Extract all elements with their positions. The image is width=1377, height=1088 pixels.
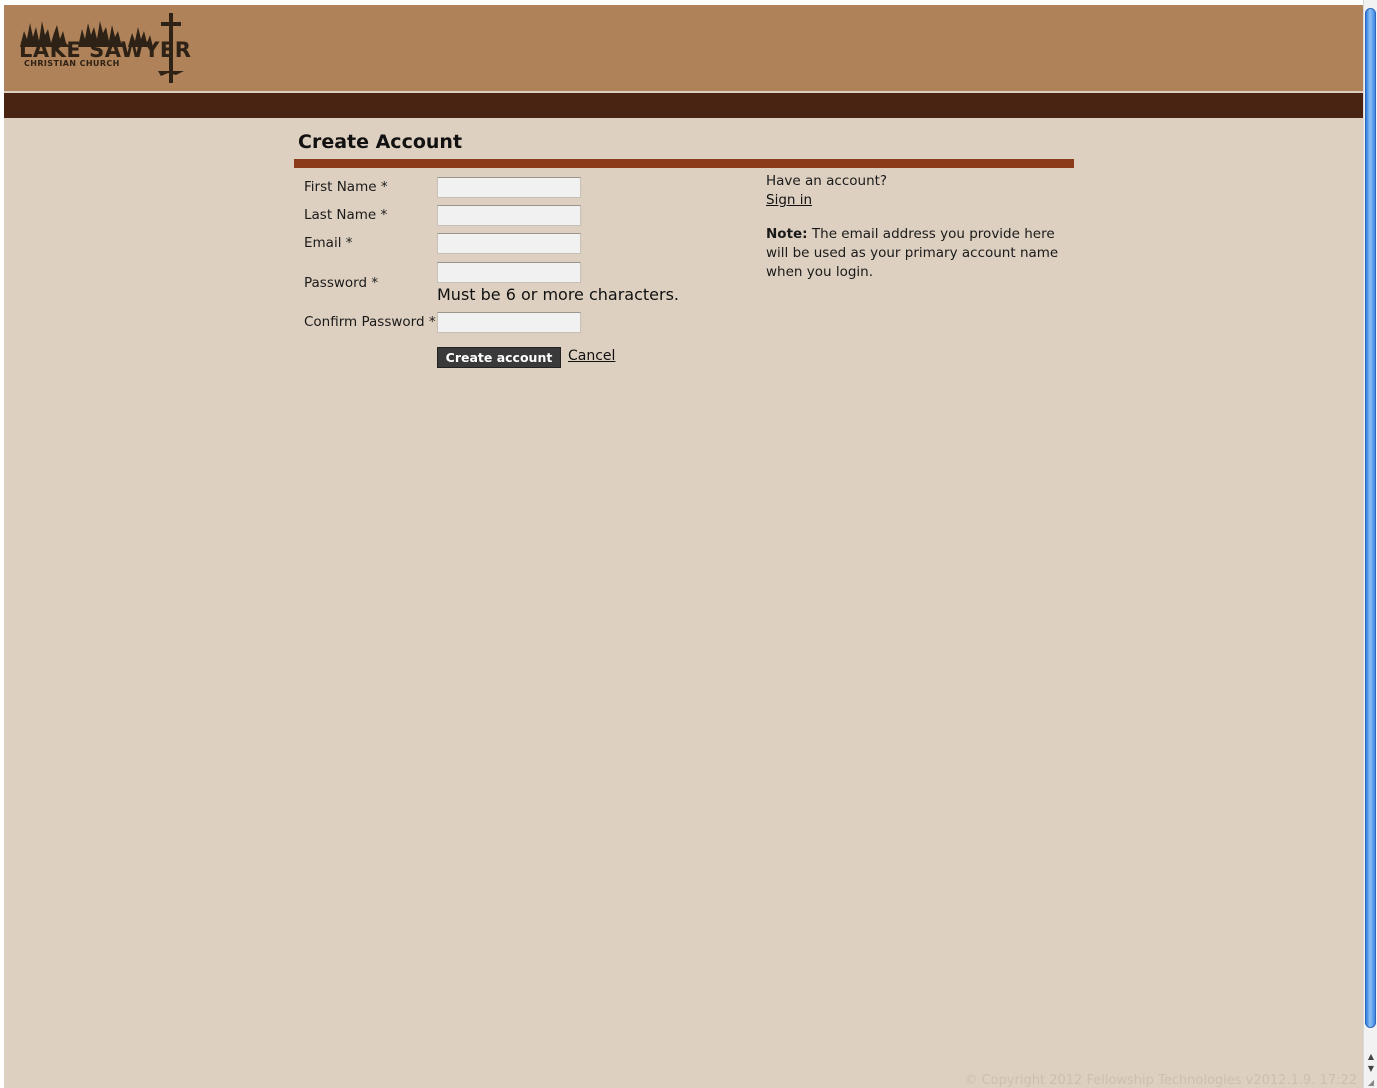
cancel-link[interactable]: Cancel	[568, 348, 615, 364]
header-nav-bar	[4, 93, 1363, 118]
note-text: The email address you provide here will …	[766, 226, 1059, 280]
confirm-password-label: Confirm Password *	[304, 314, 436, 330]
sign-in-link[interactable]: Sign in	[766, 192, 812, 208]
last-name-input[interactable]	[437, 205, 581, 226]
title-divider	[294, 159, 1074, 168]
first-name-input[interactable]	[437, 177, 581, 198]
page-title: Create Account	[298, 131, 463, 153]
scroll-up-arrow-icon[interactable]: ▲	[1366, 1052, 1376, 1062]
logo-tagline: CHRISTIAN CHURCH	[24, 59, 120, 68]
church-logo[interactable]: LAKE SAWYER CHRISTIAN CHURCH	[18, 13, 208, 87]
resize-grip-icon[interactable]: ◢	[1366, 1078, 1376, 1087]
email-note: Note: The email address you provide here…	[766, 225, 1076, 282]
logo-graphic: LAKE SAWYER	[19, 13, 191, 83]
site-header: LAKE SAWYER CHRISTIAN CHURCH	[4, 5, 1363, 91]
confirm-password-input[interactable]	[437, 312, 581, 333]
password-hint: Must be 6 or more characters.	[437, 285, 680, 304]
vertical-scrollbar[interactable]: ▲ ▼	[1363, 0, 1377, 1088]
page-viewport: LAKE SAWYER CHRISTIAN CHURCH Create Acco…	[4, 5, 1363, 1088]
scroll-down-arrow-icon[interactable]: ▼	[1366, 1064, 1376, 1074]
email-label: Email *	[304, 235, 353, 251]
scrollbar-thumb[interactable]	[1365, 8, 1376, 1028]
create-account-button[interactable]: Create account	[437, 347, 561, 368]
last-name-label: Last Name *	[304, 207, 388, 223]
email-input[interactable]	[437, 233, 581, 254]
copyright-text: © Copyright 2012 Fellowship Technologies…	[964, 1073, 1357, 1088]
password-input[interactable]	[437, 262, 581, 283]
note-label: Note:	[766, 226, 808, 242]
password-label: Password *	[304, 275, 379, 291]
first-name-label: First Name *	[304, 179, 388, 195]
have-account-text: Have an account?	[766, 173, 888, 189]
